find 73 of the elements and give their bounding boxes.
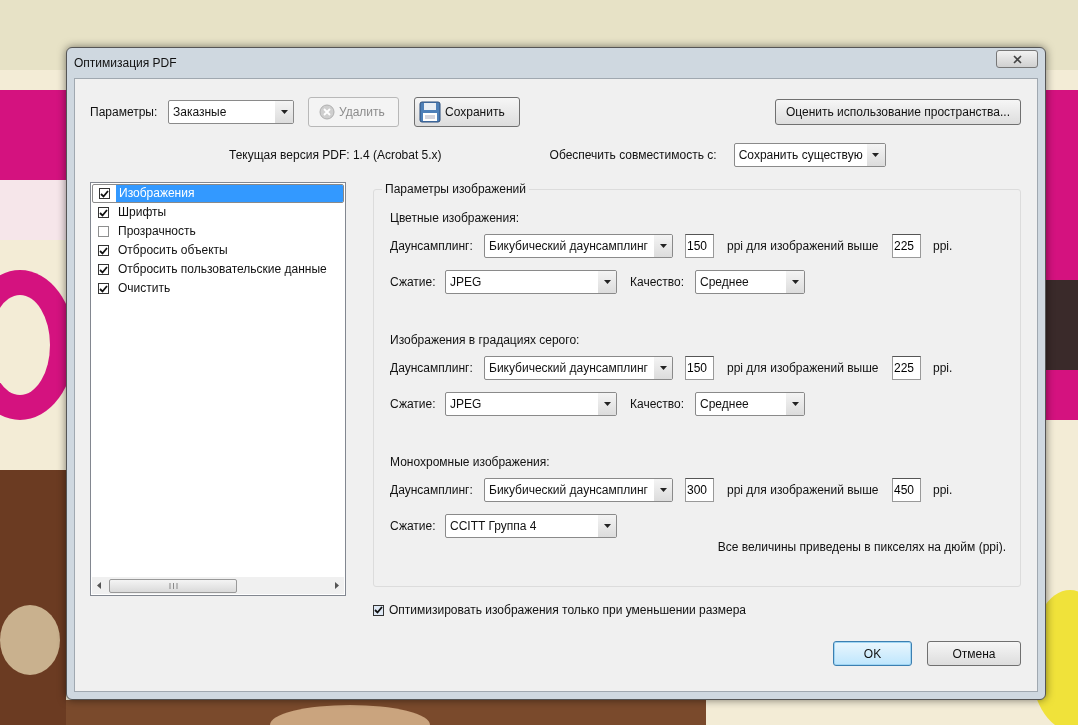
downsampling-label: Даунсамплинг:: [390, 483, 474, 497]
save-button[interactable]: Сохранить: [414, 97, 520, 127]
ppi-unit-label: ppi.: [933, 239, 953, 253]
grip-icon: [168, 582, 178, 589]
compat-label: Обеспечить совместимость с:: [549, 148, 717, 162]
category-item[interactable]: Прозрачность: [115, 222, 344, 241]
dropdown-caret-icon: [598, 271, 616, 293]
scroll-left-icon[interactable]: [97, 582, 101, 589]
close-button[interactable]: [996, 50, 1038, 68]
checkbox[interactable]: [98, 264, 109, 275]
quality-dropdown[interactable]: Среднее: [695, 392, 805, 416]
compression-dropdown[interactable]: JPEG: [445, 270, 617, 294]
dialog-button[interactable]: Отмена: [927, 641, 1021, 666]
checkbox[interactable]: [98, 245, 109, 256]
dialog-button[interactable]: OK: [833, 641, 912, 666]
category-item[interactable]: Очистить: [115, 279, 344, 298]
compression-label: Сжатие:: [390, 275, 437, 289]
dropdown-caret-icon: [786, 271, 804, 293]
ppi-input[interactable]: 300: [685, 478, 714, 502]
quality-label: Качество:: [630, 275, 686, 289]
category-item[interactable]: Отбросить объекты: [115, 241, 344, 260]
close-icon: [1012, 54, 1022, 64]
quality-label: Качество:: [630, 397, 686, 411]
downsampling-dropdown[interactable]: Бикубический даунсамплинг: [484, 356, 673, 380]
params-dropdown[interactable]: Заказные: [168, 100, 294, 124]
ppi-above-label: ppi для изображений выше: [727, 361, 880, 375]
ppi-above-label: ppi для изображений выше: [727, 483, 880, 497]
ppi-input[interactable]: 150: [685, 356, 714, 380]
dropdown-caret-icon: [598, 393, 616, 415]
ppi-unit-label: ppi.: [933, 483, 953, 497]
compression-label: Сжатие:: [390, 397, 437, 411]
category-item[interactable]: Шрифты: [115, 203, 344, 222]
compression-dropdown[interactable]: CCITT Группа 4: [445, 514, 617, 538]
checkbox[interactable]: [99, 188, 110, 199]
downsampling-label: Даунсамплинг:: [390, 361, 474, 375]
downsampling-dropdown[interactable]: Бикубический даунсамплинг: [484, 478, 673, 502]
checkbox[interactable]: [98, 226, 109, 237]
checkbox[interactable]: [98, 283, 109, 294]
ppi-threshold-input[interactable]: 225: [892, 356, 921, 380]
dropdown-caret-icon: [598, 515, 616, 537]
dropdown-caret-icon: [654, 357, 672, 379]
downsampling-label: Даунсамплинг:: [390, 239, 474, 253]
dropdown-caret-icon: [866, 144, 885, 166]
checkbox[interactable]: [98, 207, 109, 218]
section-title: Изображения в градациях серого:: [390, 332, 581, 349]
compression-dropdown[interactable]: JPEG: [445, 392, 617, 416]
scroll-right-icon[interactable]: [335, 582, 339, 589]
checkbox[interactable]: [373, 604, 384, 616]
quality-dropdown[interactable]: Среднее: [695, 270, 805, 294]
ppi-input[interactable]: 150: [685, 234, 714, 258]
dropdown-caret-icon: [654, 479, 672, 501]
horizontal-scrollbar[interactable]: [92, 577, 344, 594]
compat-dropdown[interactable]: Сохранить существую: [733, 143, 886, 167]
current-version-text: Текущая версия PDF: 1.4 (Acrobat 5.x): [229, 148, 442, 162]
ppi-above-label: ppi для изображений выше: [727, 239, 880, 253]
params-label: Параметры:: [90, 105, 159, 119]
ppi-threshold-input[interactable]: 225: [892, 234, 921, 258]
panel-title: Параметры изображений: [384, 182, 527, 196]
category-item[interactable]: Отбросить пользовательские данные: [115, 260, 344, 279]
estimate-space-button[interactable]: Оценить использование пространства...: [774, 99, 1021, 125]
delete-icon: [319, 104, 335, 120]
window-title: Оптимизация PDF: [74, 56, 177, 70]
optimize-only-smaller-label: Оптимизировать изображения только при уменьшении размера: [389, 603, 747, 617]
dropdown-caret-icon: [275, 101, 293, 123]
ppi-unit-label: ppi.: [933, 361, 953, 375]
units-note: Все величины приведены в пикселях на дюйм (ppi).: [716, 540, 1006, 554]
section-title: Монохромные изображения:: [390, 454, 551, 471]
dropdown-caret-icon: [654, 235, 672, 257]
dropdown-caret-icon: [786, 393, 804, 415]
compression-label: Сжатие:: [390, 519, 437, 533]
ppi-threshold-input[interactable]: 450: [892, 478, 921, 502]
downsampling-dropdown[interactable]: Бикубический даунсамплинг: [484, 234, 673, 258]
section-title: Цветные изображения:: [390, 210, 520, 227]
